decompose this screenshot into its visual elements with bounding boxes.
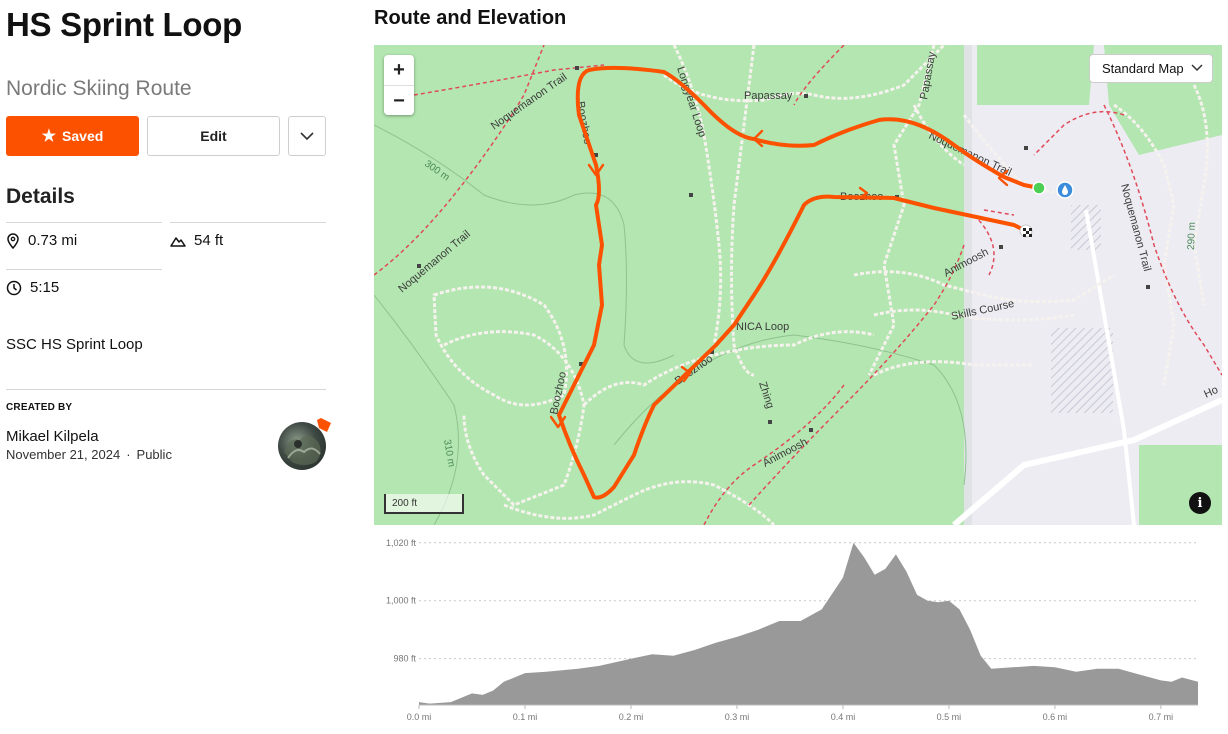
meta-separator: · (126, 447, 131, 462)
divider (170, 222, 326, 223)
visibility: Public (136, 447, 172, 462)
saved-button-label: Saved (62, 128, 104, 144)
x-tick-label: 0.3 mi (725, 712, 750, 722)
route-description: SSC HS Sprint Loop (6, 336, 143, 353)
elevation-chart[interactable]: 1,020 ft 1,000 ft 980 ft 0.0 mi 0.1 mi 0.2 mi… (374, 527, 1222, 727)
trail-label: Noquemanon Trail (396, 228, 473, 295)
star-icon: ★ (41, 128, 57, 145)
trail-label: Papassay (918, 50, 938, 100)
map-type-select[interactable]: Standard Map (1089, 54, 1213, 83)
x-tick-label: 0.1 mi (513, 712, 538, 722)
elevation-gain-stat: 54 ft (170, 232, 223, 249)
route-map[interactable]: Noquemanon Trail Papassay Longyear Loop … (374, 45, 1222, 525)
y-tick-label: 1,020 ft (386, 538, 417, 548)
saved-button[interactable]: ★ Saved (6, 116, 139, 156)
divider (6, 222, 162, 223)
divider (6, 269, 162, 270)
created-date: November 21, 2024 (6, 447, 121, 462)
route-meta: November 21, 2024 · Public (6, 447, 172, 462)
x-tick-label: 0.6 mi (1043, 712, 1068, 722)
clock-icon (6, 280, 22, 295)
elevation-gain-value: 54 ft (194, 232, 224, 249)
subscriber-badge-icon (317, 418, 331, 432)
y-tick-label: 980 ft (393, 654, 416, 664)
contour-label: 310 m (441, 439, 457, 468)
more-options-button[interactable] (288, 116, 326, 156)
map-canvas: Noquemanon Trail Papassay Longyear Loop … (374, 45, 1222, 525)
divider (6, 389, 326, 390)
x-tick-label: 0.5 mi (937, 712, 962, 722)
contour-label: 300 m (422, 158, 451, 183)
x-tick-label: 0.2 mi (619, 712, 644, 722)
mountain-icon (170, 236, 186, 247)
x-tick-label: 0.7 mi (1149, 712, 1174, 722)
x-tick-label: 0.0 mi (407, 712, 432, 722)
trail-label: Zhing (756, 380, 776, 410)
trail-label: Noquemanon Trail (489, 71, 570, 132)
distance-stat: 0.73 mi (6, 232, 77, 249)
map-type-label: Standard Map (1102, 61, 1184, 76)
route-type: Nordic Skiing Route (6, 77, 192, 100)
edit-button[interactable]: Edit (147, 116, 280, 156)
map-scale: 200 ft (384, 494, 464, 514)
zoom-in-button[interactable]: + (384, 55, 414, 85)
y-tick-label: 1,000 ft (386, 596, 417, 606)
details-heading: Details (6, 185, 75, 208)
distance-value: 0.73 mi (28, 232, 78, 249)
elevation-area (419, 542, 1198, 705)
chevron-down-icon (300, 131, 314, 140)
section-title: Route and Elevation (374, 7, 567, 29)
zoom-control: + − (384, 55, 414, 115)
chevron-down-icon (1191, 64, 1203, 72)
time-stat: 5:15 (6, 279, 59, 296)
trail-label: NICA Loop (736, 321, 789, 333)
location-pin-icon (7, 232, 19, 249)
trail-label: Animoosh (761, 436, 810, 470)
time-value: 5:15 (30, 279, 60, 296)
trail-label: Papassay (744, 90, 793, 102)
contour-label: 290 m (1186, 222, 1198, 250)
route-details-panel: HS Sprint Loop Nordic Skiing Route ★ Sav… (6, 0, 331, 734)
route-title: HS Sprint Loop (6, 6, 242, 43)
creator-name[interactable]: Mikael Kilpela (6, 428, 99, 445)
zoom-out-button[interactable]: − (384, 86, 414, 116)
x-tick-label: 0.4 mi (831, 712, 856, 722)
info-icon[interactable]: i (1189, 492, 1211, 514)
created-by-label: CREATED BY (6, 402, 73, 413)
